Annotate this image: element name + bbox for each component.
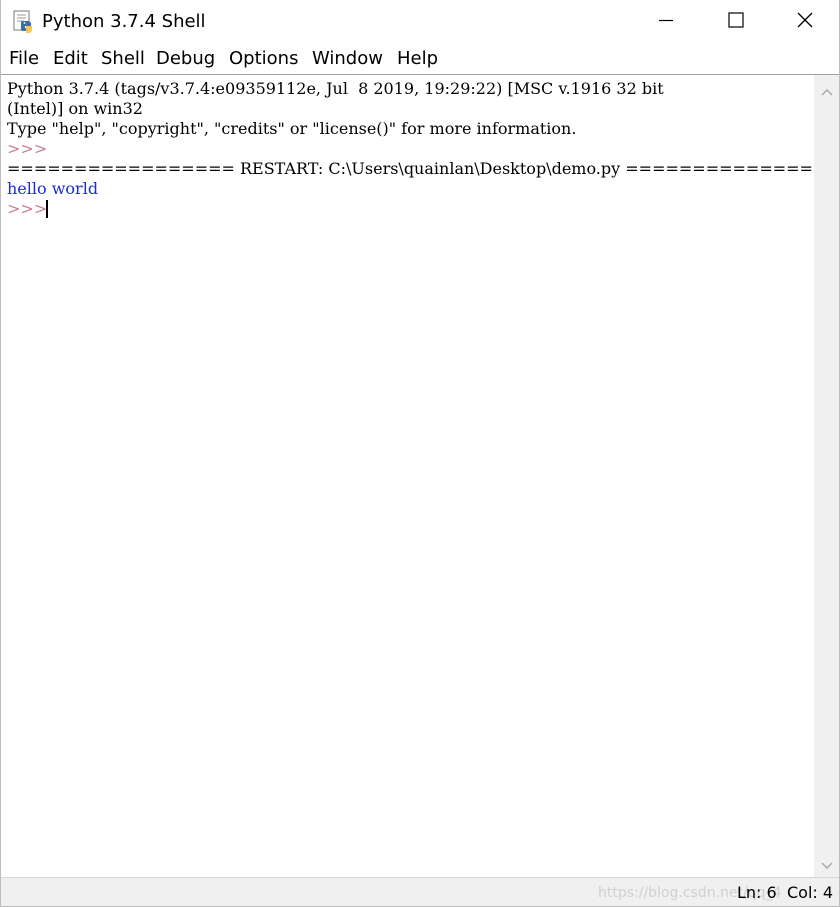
scroll-down-button[interactable] <box>814 853 839 875</box>
menu-help[interactable]: Help <box>397 47 438 71</box>
text-cursor <box>46 200 48 218</box>
restart-line: ================= RESTART: C:\Users\quai… <box>7 159 814 178</box>
scroll-up-button[interactable] <box>814 79 839 101</box>
program-output: hello world <box>7 179 99 198</box>
idle-shell-window: Python 3.7.4 Shell File Edit Shell Debug <box>0 0 840 907</box>
chevron-down-icon <box>821 855 833 874</box>
column-number-status: Col: 4 <box>787 883 834 902</box>
menu-bar: File Edit Shell Debug Options Window Hel… <box>1 44 839 74</box>
shell-prompt: >>> <box>7 139 48 158</box>
shell-prompt: >>> <box>7 199 48 218</box>
title-bar[interactable]: Python 3.7.4 Shell <box>1 0 839 44</box>
minimize-icon <box>658 12 674 32</box>
banner-info-line: Type "help", "copyright", "credits" or "… <box>7 119 577 138</box>
shell-text-area[interactable]: Python 3.7.4 (tags/v3.7.4:e09359112e, Ju… <box>1 74 814 877</box>
menu-edit[interactable]: Edit <box>53 47 88 71</box>
python-idle-icon <box>13 10 35 34</box>
minimize-button[interactable] <box>631 0 701 44</box>
close-button[interactable] <box>770 0 839 44</box>
menu-shell[interactable]: Shell <box>101 47 145 71</box>
banner-line: Python 3.7.4 (tags/v3.7.4:e09359112e, Ju… <box>7 79 664 98</box>
menu-debug[interactable]: Debug <box>156 47 215 71</box>
line-number-status: Ln: 6 <box>737 883 777 902</box>
maximize-button[interactable] <box>701 0 771 44</box>
maximize-icon <box>728 12 744 32</box>
close-icon <box>796 11 814 33</box>
status-bar: https://blog.csdn.net/qq_4 Ln: 6 Col: 4 <box>1 877 839 906</box>
banner-line: (Intel)] on win32 <box>7 99 143 118</box>
chevron-up-icon <box>821 81 833 100</box>
menu-file[interactable]: File <box>9 47 39 71</box>
vertical-scrollbar[interactable] <box>814 74 839 877</box>
menu-options[interactable]: Options <box>229 47 298 71</box>
menu-window[interactable]: Window <box>312 47 383 71</box>
window-title: Python 3.7.4 Shell <box>42 11 206 32</box>
